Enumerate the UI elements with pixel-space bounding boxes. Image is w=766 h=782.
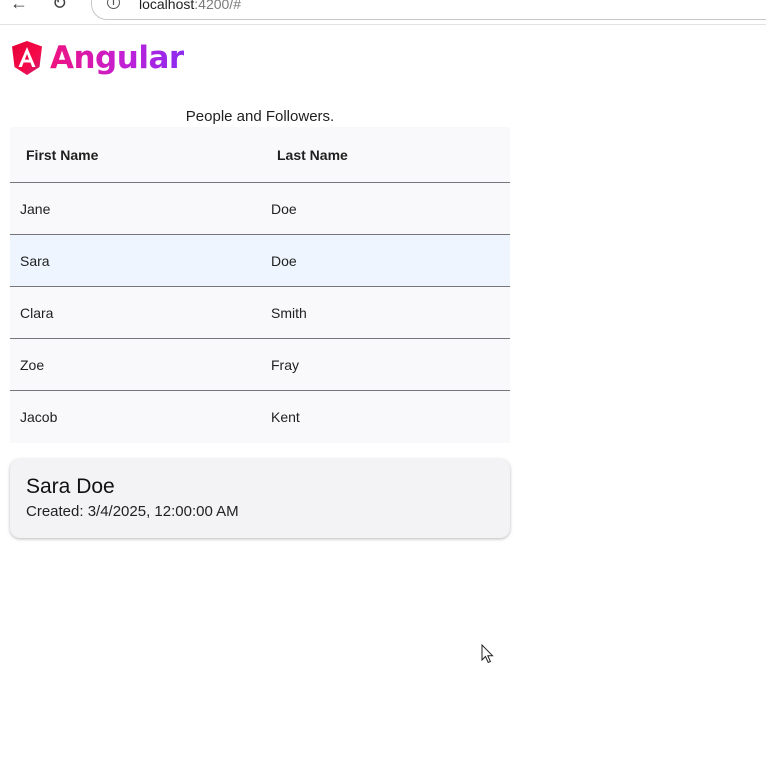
table-row[interactable]: Zoe Fray (10, 339, 510, 391)
people-table: First Name Last Name Jane Doe Sara Doe C… (10, 127, 510, 443)
column-header-first-name[interactable]: First Name (10, 147, 261, 163)
browser-toolbar: ← ↻ i localhost:4200/# (0, 0, 766, 25)
url-host: localhost (139, 0, 195, 12)
last-name-cell: Doe (271, 252, 297, 269)
last-name-cell: Kent (271, 409, 300, 425)
table-caption: People and Followers. (185, 108, 335, 125)
angular-logo: Angular (10, 40, 184, 76)
table-row[interactable]: Clara Smith (10, 287, 510, 339)
created-date: Created: 3/4/2025, 12:00:00 AM (26, 503, 239, 520)
table-header-row: First Name Last Name (10, 127, 510, 183)
person-detail-card: Sara Doe Created: 3/4/2025, 12:00:00 AM (10, 459, 510, 538)
logo-text: Angular (50, 40, 184, 76)
table-row[interactable]: Jane Doe (10, 183, 510, 235)
column-header-last-name[interactable]: Last Name (261, 147, 510, 163)
angular-shield-icon (12, 41, 42, 75)
last-name-cell: Smith (271, 304, 307, 321)
url-path: :4200/# (194, 0, 241, 12)
first-name-cell: Sara (20, 252, 50, 269)
reload-icon[interactable]: ↻ (52, 0, 67, 12)
first-name-cell: Jacob (20, 409, 58, 425)
table-row-selected[interactable]: Sara Doe (10, 235, 510, 287)
first-name-cell: Clara (20, 304, 54, 321)
person-name: Sara Doe (26, 475, 115, 498)
url-text[interactable]: localhost:4200/# (139, 0, 241, 12)
table-row[interactable]: Jacob Kent (10, 391, 510, 443)
last-name-cell: Fray (271, 356, 299, 373)
first-name-cell: Jane (20, 200, 51, 217)
back-arrow-icon[interactable]: ← (10, 0, 28, 12)
mouse-pointer-icon (481, 644, 494, 664)
last-name-cell: Doe (271, 200, 297, 217)
first-name-cell: Zoe (20, 356, 45, 373)
